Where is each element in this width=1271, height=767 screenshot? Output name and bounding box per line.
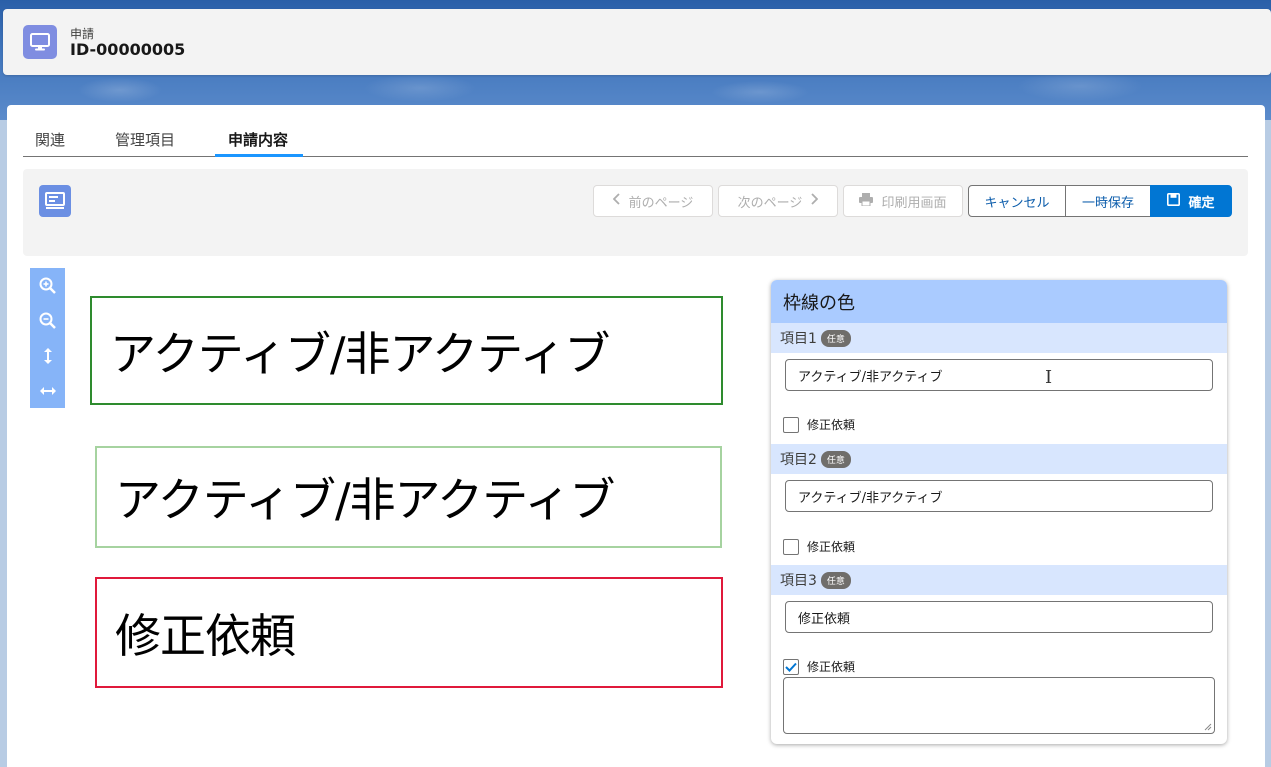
form-icon [39,185,71,217]
fit-height-button[interactable] [30,338,65,373]
horizontal-arrows-icon [39,386,56,395]
printer-icon [859,192,874,210]
prev-page-button[interactable]: 前のページ [593,185,713,217]
checkbox-label: 修正依頼 [807,540,856,554]
correction-comment-textarea[interactable] [783,677,1215,734]
document-field-2[interactable]: アクティブ/非アクティブ [95,446,722,548]
optional-badge: 任意 [820,329,851,347]
save-icon [1167,192,1181,210]
record-title: ID-00000005 [70,40,186,59]
resize-handle-icon [1204,723,1212,731]
main-card: 関連 管理項目 申請内容 前のページ 次のページ 印刷用画面 キャンセル 一時保… [7,105,1265,767]
document-field-1[interactable]: アクティブ/非アクティブ [90,296,723,405]
next-page-label: 次のページ [737,195,803,211]
item-3-input[interactable]: 修正依頼 [785,601,1213,633]
confirm-label: 確定 [1188,195,1215,211]
tab-bar: 関連 管理項目 申請内容 [23,105,1248,157]
active-tab-indicator [215,154,303,157]
panel-title: 枠線の色 [771,280,1227,323]
next-page-button[interactable]: 次のページ [718,185,838,217]
checkmark-icon [785,662,797,672]
cancel-button[interactable]: キャンセル [968,185,1066,217]
save-draft-label: 一時保存 [1081,195,1134,211]
document-field-3[interactable]: 修正依頼 [95,577,723,688]
checkbox-label: 修正依頼 [807,660,856,674]
print-view-button[interactable]: 印刷用画面 [843,185,963,217]
item-3-label: 項目3 [780,573,817,589]
chevron-left-icon [612,193,621,209]
fit-width-button[interactable] [30,373,65,408]
print-view-label: 印刷用画面 [881,195,947,211]
prev-page-label: 前のページ [628,195,694,211]
zoom-toolbar [30,268,65,408]
zoom-in-icon [39,277,56,294]
vertical-arrows-icon [43,347,52,364]
item-1-input[interactable]: アクティブ/非アクティブ [785,359,1213,391]
item-1-correction-checkbox[interactable]: 修正依頼 [783,416,855,433]
zoom-in-button[interactable] [30,268,65,303]
item-2-input[interactable]: アクティブ/非アクティブ [785,480,1213,512]
item-3-header: 項目3 任意 [771,565,1227,595]
tab-management[interactable]: 管理項目 [115,129,175,150]
monitor-icon [23,25,57,59]
item-3-correction-checkbox[interactable]: 修正依頼 [783,658,855,675]
record-header: 申請 ID-00000005 [3,9,1271,75]
confirm-button[interactable]: 確定 [1150,185,1232,217]
item-1-label: 項目1 [780,331,817,347]
checkbox[interactable] [783,538,799,555]
checkbox-checked[interactable] [783,658,799,675]
tab-application-content[interactable]: 申請内容 [228,129,288,150]
zoom-out-button[interactable] [30,303,65,338]
optional-badge: 任意 [820,571,851,589]
item-1-header: 項目1 任意 [771,323,1227,353]
cancel-label: キャンセル [984,195,1050,211]
item-2-header: 項目2 任意 [771,444,1227,474]
border-color-panel: 枠線の色 項目1 任意 アクティブ/非アクティブ I 修正依頼 項目2 任意 ア… [771,280,1227,744]
text-cursor-icon: I [1045,367,1053,388]
checkbox-label: 修正依頼 [807,418,856,432]
form-toolbar: 前のページ 次のページ 印刷用画面 キャンセル 一時保存 確定 [23,169,1248,256]
zoom-out-icon [39,312,56,329]
save-draft-button[interactable]: 一時保存 [1065,185,1151,217]
checkbox[interactable] [783,416,799,433]
item-2-label: 項目2 [780,452,817,468]
item-2-correction-checkbox[interactable]: 修正依頼 [783,538,855,555]
optional-badge: 任意 [820,450,851,468]
chevron-right-icon [810,193,819,209]
tab-related[interactable]: 関連 [35,129,65,150]
